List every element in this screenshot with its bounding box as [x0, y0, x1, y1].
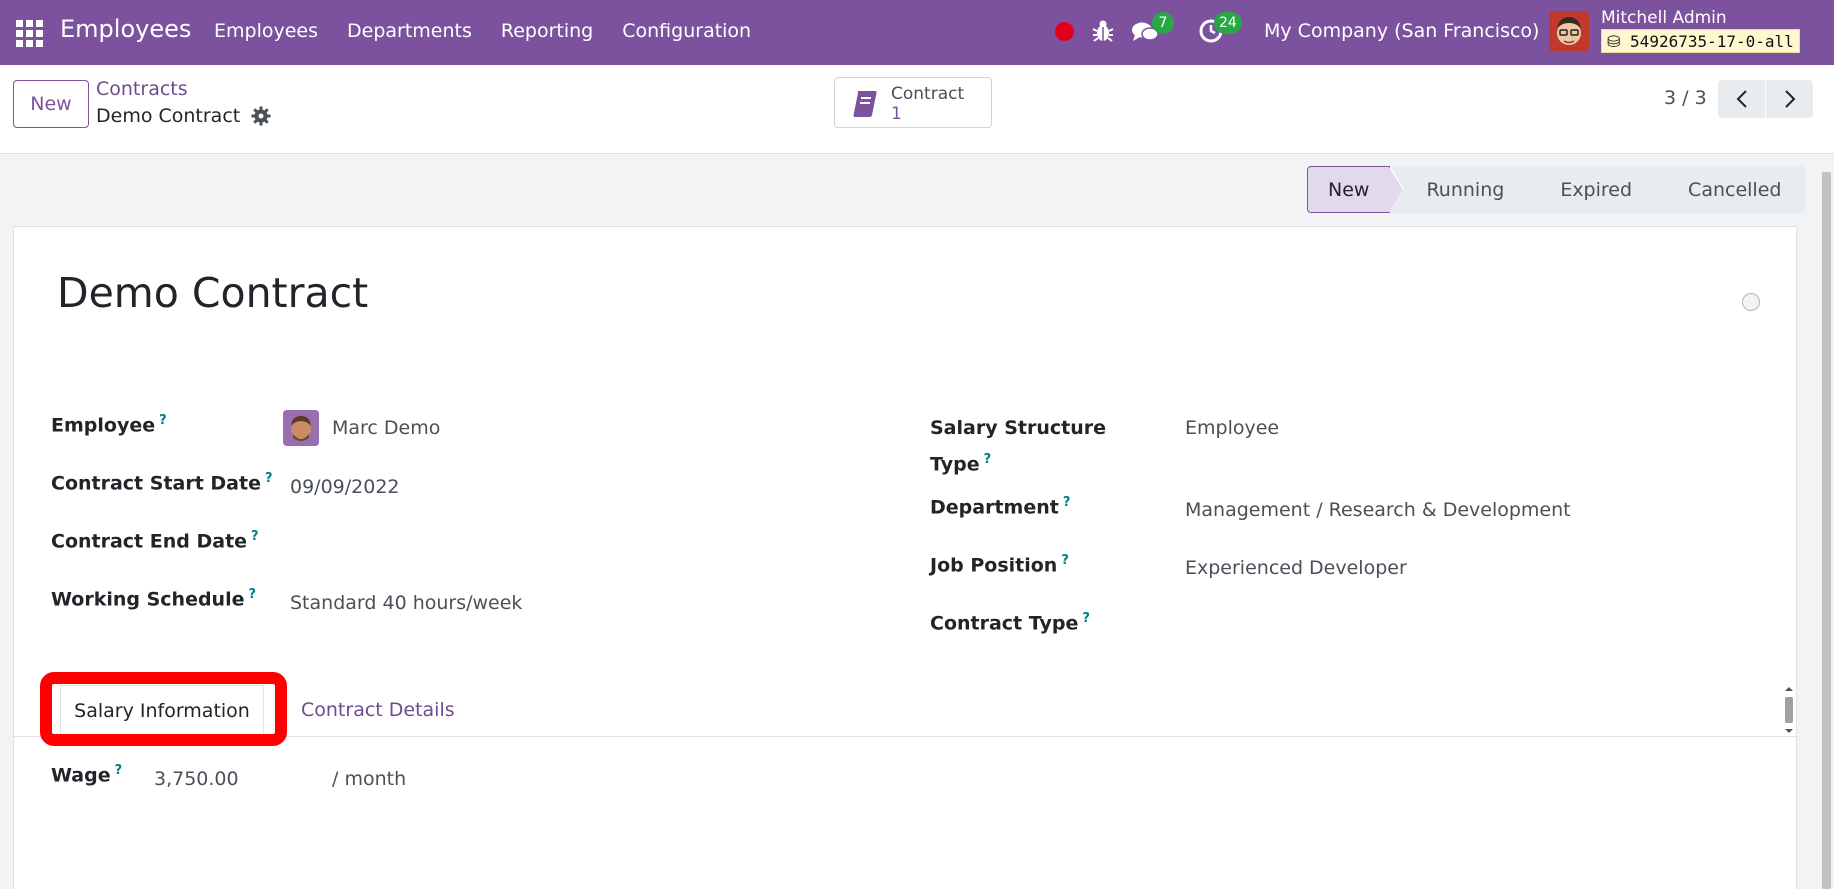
salary-structure-type-label-line1: Salary Structure: [930, 417, 1107, 439]
help-icon[interactable]: ?: [159, 413, 167, 428]
department-value[interactable]: Management / Research & Development: [1185, 499, 1571, 521]
employee-value[interactable]: Marc Demo: [332, 417, 440, 439]
help-icon[interactable]: ?: [265, 471, 273, 486]
contract-end-date-label-text: Contract End Date: [51, 530, 248, 553]
contract-type-label: Contract Type?: [930, 611, 1090, 634]
pager-previous-button[interactable]: [1718, 80, 1765, 118]
stage-cancelled[interactable]: Cancelled: [1652, 166, 1806, 213]
scroll-down-icon: [1785, 729, 1793, 733]
smart-button-count: 1: [891, 104, 902, 124]
chevron-right-icon: [1784, 90, 1795, 108]
control-panel: New Contracts Demo Contract Contract 1 3…: [0, 65, 1834, 154]
app-title[interactable]: Employees: [60, 15, 191, 43]
menu-departments[interactable]: Departments: [347, 20, 472, 42]
contract-title[interactable]: Demo Contract: [57, 269, 368, 317]
working-schedule-label: Working Schedule?: [51, 587, 256, 610]
book-icon: [853, 91, 877, 117]
tab-contract-details[interactable]: Contract Details: [301, 699, 455, 721]
status-bar: New Running Expired Cancelled: [1307, 166, 1806, 213]
menu-employees[interactable]: Employees: [214, 20, 318, 42]
help-icon[interactable]: ?: [251, 529, 259, 544]
job-position-label: Job Position?: [930, 553, 1069, 576]
scroll-up-icon: [1785, 687, 1793, 691]
top-navbar: Employees Employees Departments Reportin…: [0, 0, 1834, 65]
gear-icon[interactable]: [251, 106, 271, 126]
app-grid-icon[interactable]: [14, 18, 43, 47]
employee-label: Employee?: [51, 413, 167, 436]
database-badge: ⛁ 54926735-17-0-all: [1601, 29, 1800, 53]
wage-unit: / month: [332, 768, 407, 790]
page-scrollbar-thumb[interactable]: [1822, 172, 1831, 889]
menu-configuration[interactable]: Configuration: [622, 20, 751, 42]
help-icon[interactable]: ?: [248, 587, 256, 602]
stage-running[interactable]: Running: [1390, 166, 1539, 213]
new-button[interactable]: New: [13, 80, 89, 128]
stage-expired[interactable]: Expired: [1524, 166, 1666, 213]
wage-label-text: Wage: [51, 764, 111, 787]
help-icon[interactable]: ?: [115, 763, 123, 778]
smart-button-label: Contract: [891, 84, 965, 104]
tabs-scrollbar-thumb[interactable]: [1785, 697, 1793, 723]
contract-end-date-label: Contract End Date?: [51, 529, 259, 552]
department-label-text: Department: [930, 496, 1059, 519]
breadcrumb-contracts[interactable]: Contracts: [96, 78, 188, 100]
page-scrollbar[interactable]: [1818, 166, 1834, 889]
help-icon[interactable]: ?: [1082, 611, 1090, 626]
menu-reporting[interactable]: Reporting: [501, 20, 593, 42]
employee-avatar: [283, 410, 319, 446]
bug-icon[interactable]: [1092, 19, 1114, 43]
chevron-left-icon: [1736, 90, 1747, 108]
form-sheet: Demo Contract Employee? Marc Demo Contra…: [13, 226, 1798, 889]
help-icon[interactable]: ?: [1063, 495, 1071, 510]
activity-count-badge: 24: [1214, 12, 1242, 34]
messages-count-badge: 7: [1152, 12, 1174, 34]
pager-next-button[interactable]: [1766, 80, 1813, 118]
contract-start-date-label-text: Contract Start Date: [51, 472, 261, 495]
contract-type-value[interactable]: [1185, 615, 1585, 639]
notebook-tabs: Salary Information Contract Details: [14, 685, 1798, 737]
salary-structure-type-value[interactable]: Employee: [1185, 417, 1279, 439]
contract-start-date-value[interactable]: 09/09/2022: [290, 476, 400, 498]
working-schedule-value[interactable]: Standard 40 hours/week: [290, 592, 522, 614]
user-avatar[interactable]: [1549, 11, 1589, 51]
job-position-value[interactable]: Experienced Developer: [1185, 557, 1407, 579]
contract-end-date-value[interactable]: [290, 533, 590, 557]
stage-new[interactable]: New: [1307, 166, 1404, 213]
contract-start-date-label: Contract Start Date?: [51, 471, 273, 494]
wage-label: Wage?: [51, 763, 122, 786]
employee-label-text: Employee: [51, 414, 156, 437]
kanban-state-icon[interactable]: [1742, 293, 1760, 311]
contract-type-label-text: Contract Type: [930, 612, 1079, 635]
contract-smart-button[interactable]: Contract 1: [834, 77, 992, 128]
breadcrumb-current: Demo Contract: [96, 105, 241, 127]
record-indicator-icon[interactable]: [1055, 22, 1074, 41]
department-label: Department?: [930, 495, 1070, 518]
working-schedule-label-text: Working Schedule: [51, 588, 245, 611]
job-position-label-text: Job Position: [930, 554, 1058, 577]
help-icon[interactable]: ?: [1061, 553, 1069, 568]
wage-value[interactable]: 3,750.00: [154, 768, 239, 790]
main-menu: Employees Departments Reporting Configur…: [214, 20, 751, 42]
tab-salary-information[interactable]: Salary Information: [60, 685, 264, 737]
salary-structure-type-label-line2: Type: [930, 453, 980, 476]
pager-value[interactable]: 3 / 3: [1664, 87, 1707, 109]
database-name: 54926735-17-0-all: [1630, 32, 1794, 51]
help-icon[interactable]: ?: [984, 452, 992, 467]
company-switcher[interactable]: My Company (San Francisco): [1264, 20, 1539, 42]
tabs-scrollbar[interactable]: [1782, 684, 1796, 736]
salary-structure-type-label: Salary Structure Type?: [930, 413, 1106, 480]
database-icon: ⛁: [1607, 32, 1621, 51]
user-name[interactable]: Mitchell Admin: [1601, 8, 1727, 28]
